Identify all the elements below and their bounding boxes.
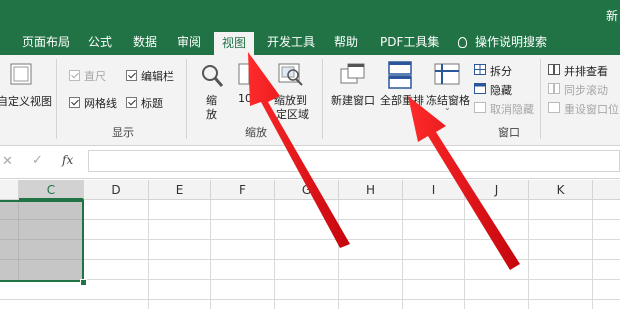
- red-arrow-to-arrange-all: [408, 96, 520, 270]
- red-arrow-to-view-tab: [248, 52, 350, 248]
- annotation-arrows: [248, 52, 520, 270]
